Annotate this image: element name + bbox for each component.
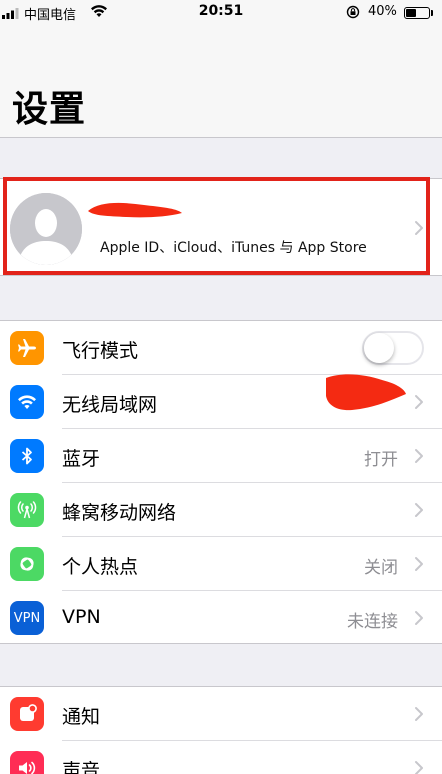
- setting-label: 声音: [62, 760, 101, 774]
- bluetooth-status: 打开: [364, 450, 398, 470]
- chevron-right-icon: [412, 219, 426, 237]
- chevron-right-icon: [412, 393, 426, 411]
- battery-icon: [404, 7, 430, 19]
- setting-label: VPN: [62, 606, 101, 628]
- cellular-icon: [10, 493, 44, 527]
- battery-percentage: 40%: [368, 4, 397, 19]
- vpn-status: 未连接: [347, 612, 398, 632]
- setting-row-cellular[interactable]: 蜂窝移动网络: [0, 483, 442, 537]
- setting-row-bluetooth[interactable]: 蓝牙 打开: [0, 429, 442, 483]
- person-silhouette-icon: [10, 193, 82, 265]
- page-title: 设置: [12, 89, 87, 130]
- connectivity-settings-group: 飞行模式 无线局域网 蓝牙 打开 蜂窝移动网络 个人热点 关闭 VPN VPN …: [0, 320, 442, 644]
- chevron-right-icon: [412, 447, 426, 465]
- setting-label: 通知: [62, 706, 101, 728]
- toggle-knob: [364, 333, 394, 363]
- chevron-right-icon: [412, 555, 426, 573]
- airplane-mode-toggle[interactable]: [362, 331, 424, 365]
- name-redaction-mark: [88, 202, 182, 218]
- setting-row-sounds[interactable]: 声音: [0, 741, 442, 774]
- airplane-icon: [10, 331, 44, 365]
- profile-subtitle: Apple ID、iCloud、iTunes 与 App Store: [100, 240, 367, 256]
- setting-label: 无线局域网: [62, 394, 158, 416]
- status-bar: 中国电信 20:51 40%: [0, 0, 442, 26]
- sound-icon: [10, 751, 44, 774]
- hotspot-status: 关闭: [364, 558, 398, 578]
- hotspot-icon: [10, 547, 44, 581]
- battery-tip: [431, 10, 433, 16]
- avatar: [10, 193, 82, 265]
- setting-label: 蜂窝移动网络: [62, 502, 177, 524]
- setting-label: 飞行模式: [62, 340, 139, 362]
- setting-row-personal-hotspot[interactable]: 个人热点 关闭: [0, 537, 442, 591]
- chevron-right-icon: [412, 609, 426, 627]
- chevron-right-icon: [412, 501, 426, 519]
- setting-label: 蓝牙: [62, 448, 101, 470]
- wifi-network-redaction-mark: [326, 374, 406, 411]
- vpn-icon: VPN: [10, 601, 44, 635]
- setting-row-notifications[interactable]: 通知: [0, 687, 442, 741]
- notification-icon: [10, 697, 44, 731]
- bluetooth-icon: [10, 439, 44, 473]
- apple-id-profile-row[interactable]: Apple ID、iCloud、iTunes 与 App Store: [0, 178, 442, 276]
- vpn-icon-text: VPN: [13, 610, 41, 626]
- chevron-right-icon: [412, 759, 426, 774]
- navigation-bar: 设置: [0, 26, 442, 138]
- setting-row-vpn[interactable]: VPN VPN 未连接: [0, 591, 442, 645]
- setting-row-airplane-mode: 飞行模式: [0, 321, 442, 375]
- notification-settings-group: 通知 声音: [0, 686, 442, 774]
- chevron-right-icon: [412, 705, 426, 723]
- rotation-lock-icon: [346, 5, 360, 19]
- wifi-icon: [10, 385, 44, 419]
- setting-label: 个人热点: [62, 556, 139, 578]
